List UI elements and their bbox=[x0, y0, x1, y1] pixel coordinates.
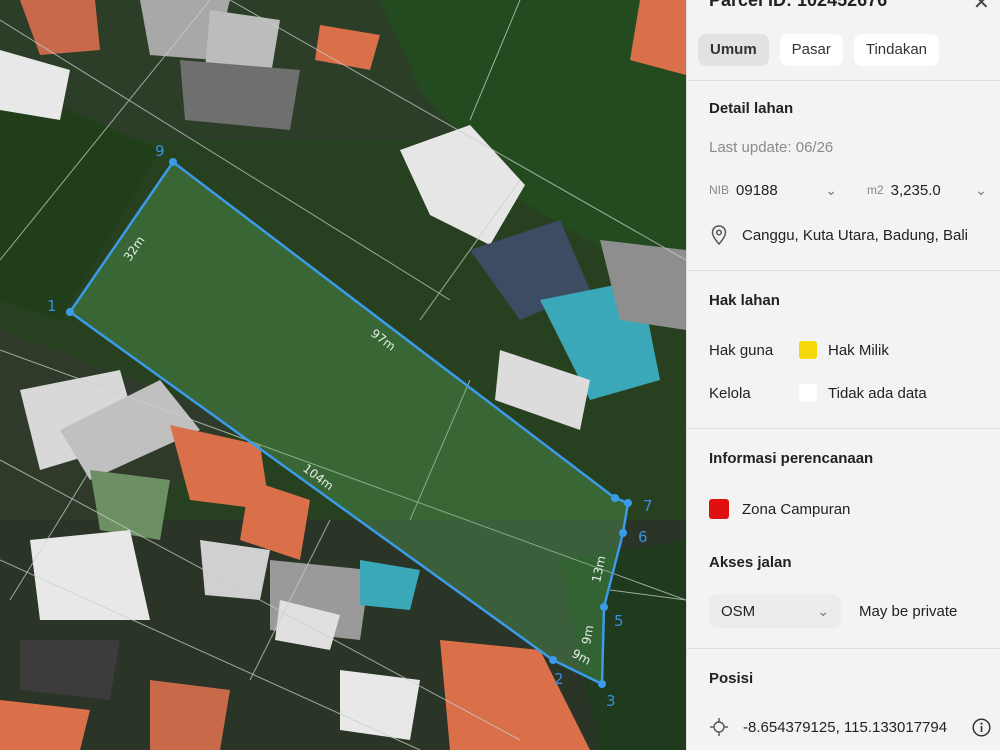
location-text: Canggu, Kuta Utara, Badung, Bali bbox=[742, 226, 968, 244]
chevron-down-icon: ⌄ bbox=[975, 181, 987, 198]
satellite-map[interactable]: 1 9 7 6 5 2 3 32m 97m 104m 13m 9m 9m bbox=[0, 0, 686, 750]
planning-section-title: Informasi perencanaan bbox=[709, 450, 874, 467]
vertex-label-5: 5 bbox=[614, 612, 624, 630]
road-source-value: OSM bbox=[721, 602, 756, 620]
location-row: Canggu, Kuta Utara, Badung, Bali bbox=[709, 225, 968, 245]
area-value: 3,235.0 bbox=[890, 181, 941, 199]
vertex-label-7: 7 bbox=[643, 497, 653, 515]
nib-prefix: NIB bbox=[709, 183, 730, 197]
vertex-label-9: 9 bbox=[155, 142, 165, 160]
parcel-vertex-3[interactable] bbox=[598, 680, 606, 688]
hak-guna-swatch bbox=[799, 341, 817, 359]
close-icon[interactable]: ✕ bbox=[973, 0, 990, 15]
hak-guna-row: Hak guna Hak Milik bbox=[709, 341, 889, 359]
parcel-vertex-8[interactable] bbox=[611, 494, 619, 502]
coords-row: -8.654379125, 115.133017794 bbox=[709, 718, 947, 736]
divider bbox=[687, 428, 1000, 429]
vertex-label-1: 1 bbox=[47, 297, 57, 315]
info-icon[interactable] bbox=[972, 718, 991, 742]
divider bbox=[687, 80, 1000, 81]
parcel-vertex-5[interactable] bbox=[600, 603, 608, 611]
tab-pasar[interactable]: Pasar bbox=[779, 34, 843, 66]
zone-swatch bbox=[709, 499, 729, 519]
parcel-id-heading: Parcel ID: 102452676 bbox=[709, 0, 888, 10]
more-icon[interactable]: ··· bbox=[931, 0, 952, 9]
divider bbox=[687, 648, 1000, 649]
chevron-down-icon: ⌄ bbox=[817, 602, 829, 619]
hak-guna-label: Hak guna bbox=[709, 341, 774, 359]
location-pin-icon bbox=[709, 225, 729, 245]
map-view[interactable]: 1 9 7 6 5 2 3 32m 97m 104m 13m 9m 9m bbox=[0, 0, 686, 750]
area-select[interactable]: m2 3,235.0 ⌄ bbox=[867, 173, 987, 207]
road-section-title: Akses jalan bbox=[709, 554, 792, 571]
parcel-vertex-2[interactable] bbox=[549, 656, 557, 664]
crosshair-icon[interactable] bbox=[709, 718, 729, 736]
nib-value: 09188 bbox=[736, 181, 778, 199]
last-update-text: Last update: 06/26 bbox=[709, 139, 834, 156]
road-note: May be private bbox=[859, 603, 958, 620]
tab-umum[interactable]: Umum bbox=[698, 34, 769, 66]
rights-section-title: Hak lahan bbox=[709, 292, 780, 309]
parcel-vertex-1[interactable] bbox=[66, 308, 74, 316]
tab-bar: Umum Pasar Tindakan bbox=[698, 34, 940, 66]
position-section-title: Posisi bbox=[709, 670, 754, 687]
detail-section-title: Detail lahan bbox=[709, 100, 794, 117]
hak-guna-value: Hak Milik bbox=[828, 341, 889, 359]
kelola-row: Kelola Tidak ada data bbox=[709, 384, 927, 402]
chevron-down-icon: ⌄ bbox=[825, 181, 837, 198]
road-source-select[interactable]: OSM ⌄ bbox=[709, 594, 841, 628]
parcel-vertex-7[interactable] bbox=[624, 499, 632, 507]
tab-tindakan[interactable]: Tindakan bbox=[853, 34, 940, 66]
zone-label: Zona Campuran bbox=[742, 500, 851, 518]
kelola-value: Tidak ada data bbox=[828, 384, 927, 402]
divider bbox=[687, 270, 1000, 271]
parcel-vertex-6[interactable] bbox=[619, 529, 627, 537]
coords-text: -8.654379125, 115.133017794 bbox=[743, 718, 948, 736]
area-prefix: m2 bbox=[867, 183, 884, 197]
vertex-label-2: 2 bbox=[554, 670, 564, 688]
zone-row: Zona Campuran bbox=[709, 499, 850, 519]
kelola-swatch bbox=[799, 384, 817, 402]
parcel-info-panel: Parcel ID: 102452676 ··· ✕ Umum Pasar Ti… bbox=[686, 0, 1000, 750]
vertex-label-3: 3 bbox=[606, 692, 616, 710]
kelola-label: Kelola bbox=[709, 384, 751, 402]
vertex-label-6: 6 bbox=[638, 528, 648, 546]
nib-select[interactable]: NIB 09188 ⌄ bbox=[709, 173, 837, 207]
parcel-vertex-9[interactable] bbox=[169, 158, 177, 166]
